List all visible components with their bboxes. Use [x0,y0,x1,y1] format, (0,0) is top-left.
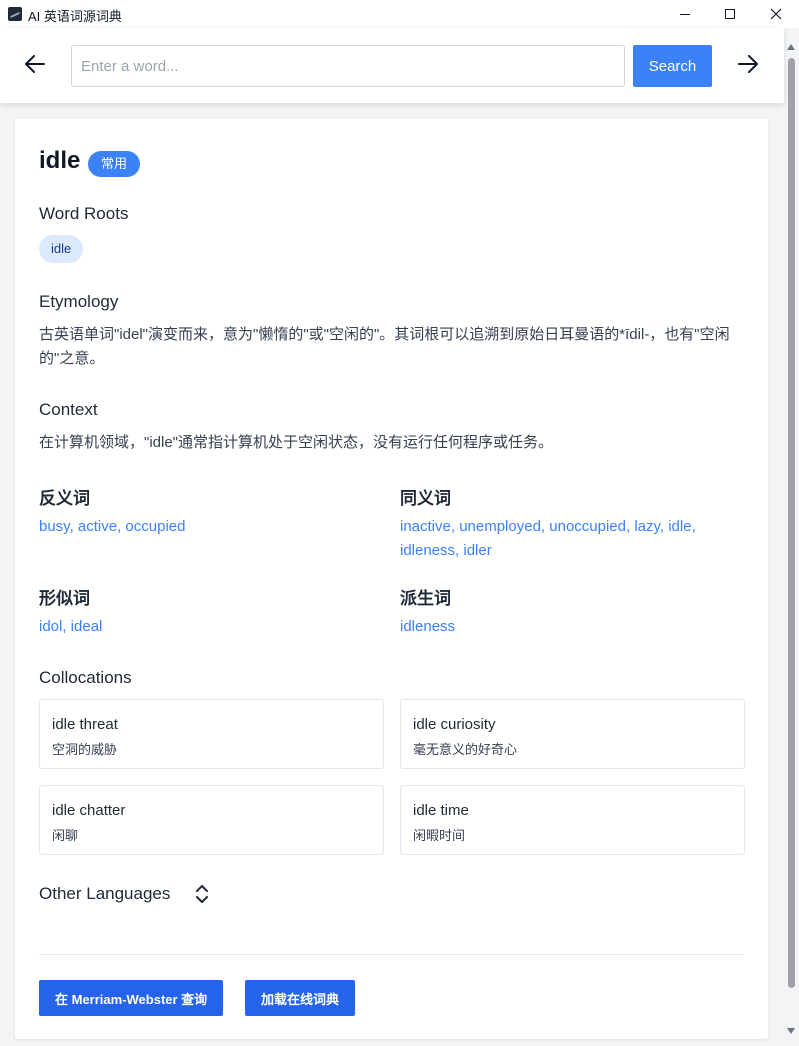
minimize-button[interactable] [662,0,708,28]
derived-words-heading: 派生词 [400,589,451,608]
entry-card: idle 常用 Word Roots idle Etymology 古英语单词"… [15,119,768,1039]
merriam-webster-button[interactable]: 在 Merriam-Webster 查询 [39,980,224,1016]
close-icon [770,8,782,20]
context-heading: Context [39,400,98,419]
back-button[interactable] [19,48,51,80]
collocation-translation: 闲暇时间 [413,828,466,843]
forward-button[interactable] [732,48,764,80]
etymology-heading: Etymology [39,292,119,311]
etymology-text: 古英语单词"idel"演变而来，意为"懒惰的"或"空闲的"。其词根可以追溯到原始… [39,326,730,367]
collocation-card: idle threat 空洞的威胁 [39,699,384,769]
search-button[interactable]: Search [633,45,712,87]
word-roots-heading: Word Roots [39,204,129,223]
app-icon [8,7,22,21]
collocation-phrase: idle chatter [52,802,126,819]
collocation-translation: 闲聊 [52,828,79,843]
minimize-icon [680,13,690,15]
collocation-card: idle curiosity 毫无意义的好奇心 [400,699,745,769]
divider [39,954,744,955]
load-online-dictionary-button[interactable]: 加载在线词典 [245,980,356,1016]
vertical-scrollbar[interactable] [784,28,799,1046]
collocations-heading: Collocations [39,668,132,687]
synonyms-heading: 同义词 [400,489,451,508]
scroll-down-icon[interactable] [787,1028,795,1034]
similar-words-heading: 形似词 [39,589,90,608]
collocation-translation: 空洞的威胁 [52,742,118,757]
similar-words-list[interactable]: idol, ideal [39,615,379,639]
synonyms-list[interactable]: inactive, unemployed, unoccupied, lazy, … [400,515,740,563]
maximize-icon [725,9,735,19]
derived-words-list[interactable]: idleness [400,615,740,639]
chevron-up-down-icon[interactable] [193,883,211,905]
antonyms-heading: 反义词 [39,489,90,508]
root-chip[interactable]: idle [39,235,84,263]
scroll-up-icon[interactable] [787,44,795,50]
collocation-phrase: idle time [413,802,469,819]
other-languages-toggle[interactable]: Other Languages [39,884,170,904]
antonyms-list[interactable]: busy, active, occupied [39,515,379,539]
collocation-translation: 毫无意义的好奇心 [413,742,518,757]
collocation-phrase: idle curiosity [413,716,496,733]
collocation-card: idle chatter 闲聊 [39,785,384,855]
collocation-phrase: idle threat [52,716,118,733]
entry-word: idle [39,147,81,174]
search-input[interactable] [71,45,625,87]
maximize-button[interactable] [707,0,753,28]
window-title: AI 英语词源词典 [28,9,122,24]
toolbar: Search [0,28,784,103]
scroll-thumb[interactable] [788,58,795,988]
title-bar: AI 英语词源词典 [0,0,799,28]
arrow-right-icon [738,55,758,73]
context-text: 在计算机领域，"idle"通常指计算机处于空闲状态，没有运行任何程序或任务。 [39,434,554,451]
arrow-left-icon [25,55,45,73]
close-button[interactable] [753,0,799,28]
frequency-badge: 常用 [88,151,141,177]
collocation-card: idle time 闲暇时间 [400,785,745,855]
